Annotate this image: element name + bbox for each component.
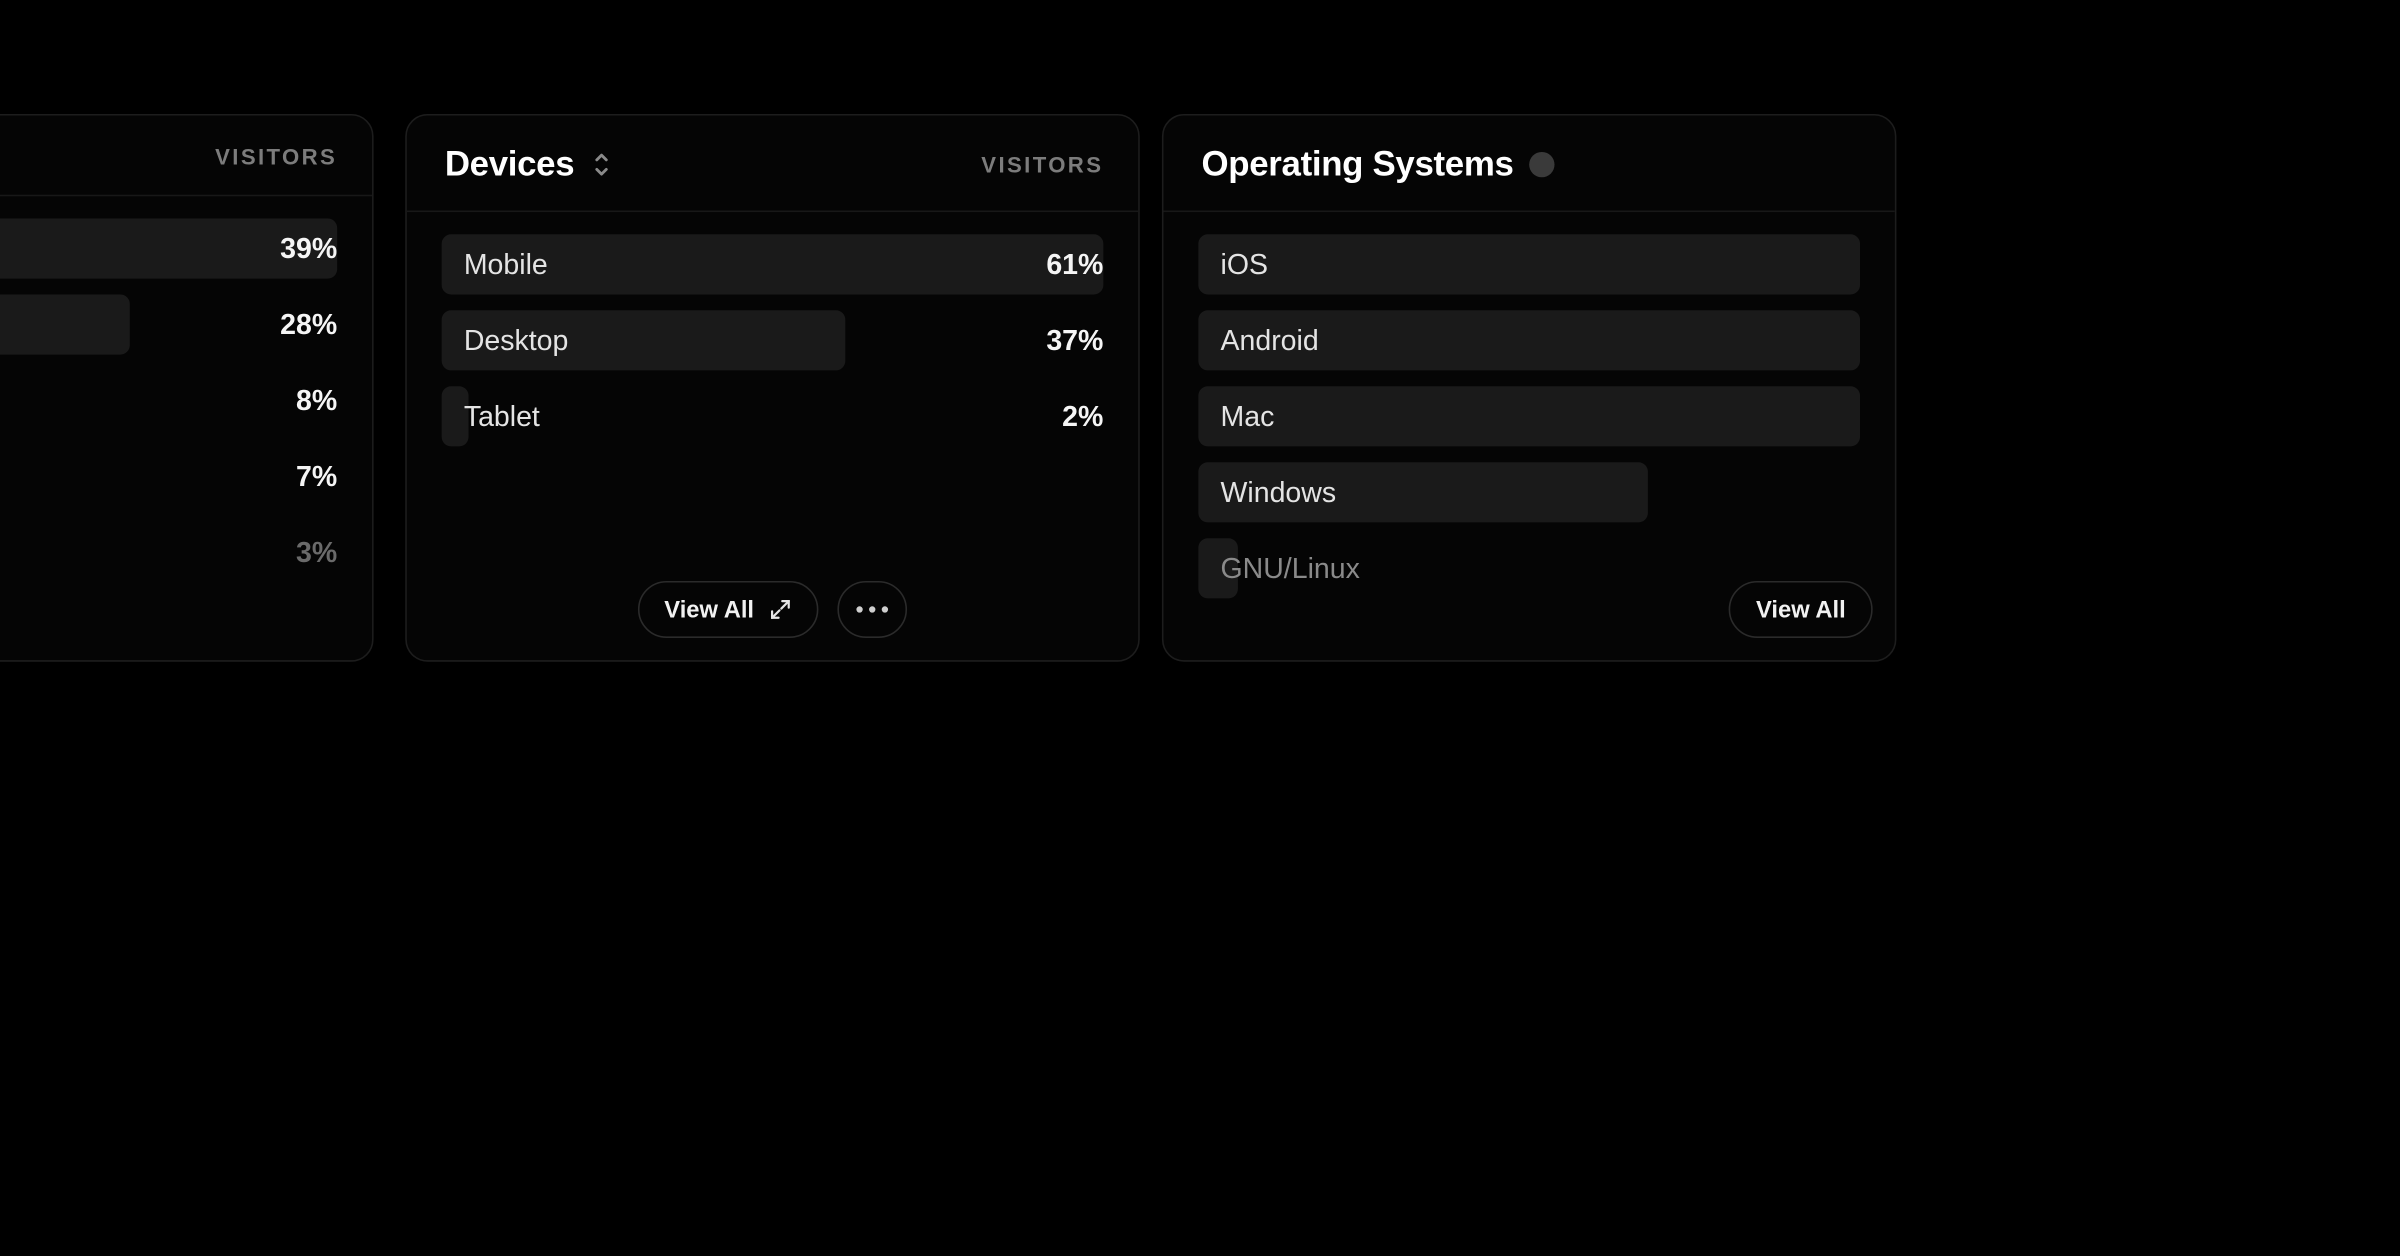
card-footer: View All [407,581,1138,638]
row-label: GNU/Linux [1198,552,1360,585]
expand-icon [770,598,792,620]
row-label: Desktop [442,324,569,357]
info-icon [1529,152,1554,177]
card-title-group[interactable]: Devices [445,144,612,185]
more-icon [857,606,889,612]
table-row[interactable]: iOS [1198,234,1860,294]
card-footer [0,581,372,638]
row-value: 61% [1046,248,1103,281]
metric-label: VISITORS [981,152,1103,177]
rows: iOS Android Mac Windows GNU/Linux [1164,212,1895,598]
bar [0,294,129,354]
bar [1198,386,1860,446]
table-row[interactable]: 3% [0,522,337,582]
card-title: Operating Systems [1201,144,1513,185]
table-row[interactable]: Desktop 37% [442,310,1104,370]
operating-systems-card: Operating Systems iOS Android Mac Window… [1162,114,1897,662]
table-row[interactable]: 28% [0,294,337,354]
row-value: 2% [1062,400,1103,433]
view-all-button[interactable]: View All [637,581,819,638]
rows: 39% 28% ica 8% 7% 3% [0,196,372,582]
row-label: Mobile [442,248,548,281]
card-header: Operating Systems [1164,116,1895,213]
view-all-label: View All [664,596,754,623]
table-row[interactable]: 39% [0,218,337,278]
table-row[interactable]: ica 8% [0,370,337,430]
rows: Mobile 61% Desktop 37% Tablet 2% [407,212,1138,446]
row-value: 28% [280,308,337,341]
card-header: Devices VISITORS [407,116,1138,213]
row-label: Windows [1198,476,1336,509]
view-all-label: View All [1756,596,1846,623]
row-value: 39% [280,232,337,265]
metric-label: VISITORS [215,144,337,169]
table-row[interactable]: Android [1198,310,1860,370]
bar [1198,234,1860,294]
table-row[interactable]: 7% [0,446,337,506]
view-all-button[interactable]: View All [1729,581,1873,638]
row-value: 7% [296,460,337,493]
card-title: Devices [445,144,574,185]
row-label: Android [1198,324,1318,357]
card-header: VISITORS [0,116,372,197]
sort-icon [590,150,612,178]
row-label: Tablet [442,400,540,433]
table-row[interactable]: Mobile 61% [442,234,1104,294]
table-row[interactable]: Windows [1198,462,1860,522]
more-button[interactable] [838,581,908,638]
row-value: 8% [296,384,337,417]
devices-card: Devices VISITORS Mobile 61% Desktop 37% … [405,114,1140,662]
table-row[interactable]: Tablet 2% [442,386,1104,446]
regions-card: VISITORS 39% 28% ica 8% 7% [0,114,374,662]
row-label: iOS [1198,248,1268,281]
row-label: Mac [1198,400,1274,433]
card-title-group[interactable]: Operating Systems [1201,144,1554,185]
row-value: 3% [296,536,337,569]
row-value: 37% [1046,324,1103,357]
table-row[interactable]: Mac [1198,386,1860,446]
